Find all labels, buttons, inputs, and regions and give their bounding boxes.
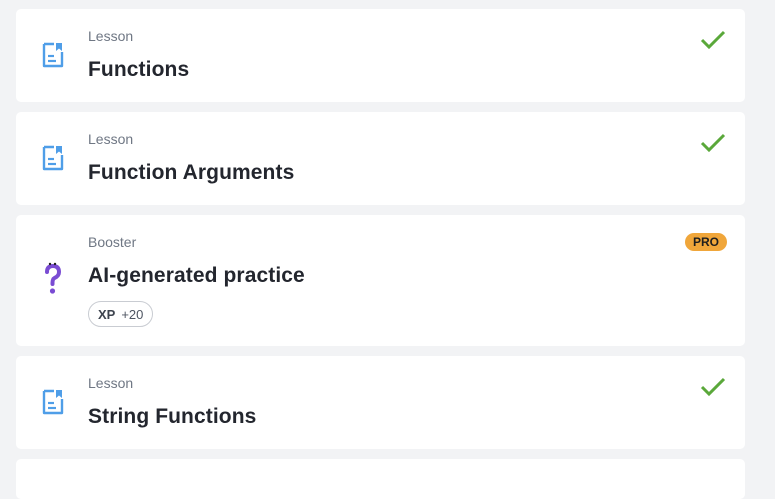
lesson-type-label: Lesson bbox=[88, 375, 134, 391]
checkmark-icon bbox=[700, 133, 726, 153]
lesson-type-label: Lesson bbox=[88, 131, 134, 147]
question-mark-icon bbox=[38, 262, 68, 294]
booster-title[interactable]: AI-generated practice bbox=[88, 264, 305, 288]
lesson-card-string-functions[interactable]: Lesson String Functions bbox=[16, 356, 745, 449]
lesson-title[interactable]: Function Arguments bbox=[88, 161, 294, 185]
lesson-card-next[interactable] bbox=[16, 459, 745, 499]
booster-type-label: Booster bbox=[88, 234, 137, 250]
lesson-card-function-arguments[interactable]: Lesson Function Arguments bbox=[16, 112, 745, 205]
document-icon bbox=[38, 40, 68, 70]
lesson-title[interactable]: String Functions bbox=[88, 405, 256, 429]
checkmark-icon bbox=[700, 30, 726, 50]
xp-label: XP bbox=[98, 306, 116, 322]
document-icon bbox=[38, 387, 68, 417]
checkmark-icon bbox=[700, 377, 726, 397]
lesson-title[interactable]: Functions bbox=[88, 58, 189, 82]
xp-value: +20 bbox=[121, 306, 144, 322]
lesson-card-functions[interactable]: Lesson Functions bbox=[16, 9, 745, 102]
xp-reward-pill: XP +20 bbox=[88, 301, 154, 327]
lesson-type-label: Lesson bbox=[88, 28, 134, 44]
document-icon bbox=[38, 143, 68, 173]
pro-badge: PRO bbox=[684, 233, 727, 251]
booster-card-ai-practice[interactable]: Booster PRO AI-generated practice XP +20 bbox=[16, 215, 745, 346]
